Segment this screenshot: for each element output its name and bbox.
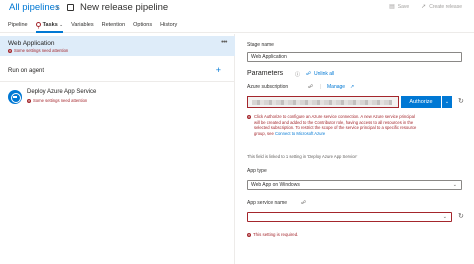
save-label: Save: [397, 3, 410, 10]
external-link-icon: ↗: [350, 84, 355, 90]
agent-job-label: Run on agent: [8, 68, 45, 74]
azure-app-service-icon: [8, 90, 22, 104]
chevron-down-icon: ⌄: [452, 182, 457, 188]
connect-azure-link[interactable]: Connect to Microsoft Azure: [275, 131, 325, 136]
create-release-label: Create release: [429, 3, 462, 10]
refresh-icon[interactable]: ↻: [458, 98, 464, 106]
parameters-heading: Parameters: [247, 70, 284, 77]
tab-pipeline[interactable]: Pipeline: [0, 17, 32, 33]
app-service-select[interactable]: ⌄: [247, 212, 452, 222]
tab-variables[interactable]: Variables: [67, 17, 98, 33]
stage-name-input[interactable]: Web Application: [247, 52, 462, 62]
error-icon: ×: [8, 48, 12, 53]
tab-pipeline-label: Pipeline: [8, 22, 28, 28]
authorize-error-text: Click Authorize to configure an Azure se…: [254, 114, 417, 136]
task-item[interactable]: Deploy Azure App Service × Some settings…: [0, 86, 235, 110]
authorize-button[interactable]: Authorize: [401, 96, 441, 108]
error-icon: ×: [247, 115, 251, 119]
save-button[interactable]: ▤ Save: [389, 3, 410, 11]
app-type-value: Web App on Windows: [251, 182, 300, 188]
error-icon: ×: [247, 232, 251, 237]
chevron-down-icon[interactable]: ⌄: [441, 96, 452, 108]
info-icon[interactable]: ⓘ: [295, 71, 300, 78]
more-options-icon[interactable]: •••: [221, 39, 227, 46]
linked-setting-note: This field is linked to 1 setting in 'De…: [247, 154, 358, 159]
chevron-down-icon: ⌄: [442, 214, 447, 220]
tab-retention-label: Retention: [101, 22, 126, 28]
stage-item[interactable]: Web Application ••• × Some settings need…: [0, 36, 235, 56]
tab-options[interactable]: Options: [129, 17, 156, 33]
tab-variables-label: Variables: [71, 22, 94, 28]
authorize-error: × Click Authorize to configure an Azure …: [247, 114, 417, 136]
unlink-all-link[interactable]: Unlink all: [314, 71, 334, 77]
task-warning: × Some settings need attention: [27, 98, 87, 103]
tab-history[interactable]: History: [156, 17, 181, 33]
chevron-down-icon: ⌄: [59, 22, 64, 27]
pipeline-tabs: Pipeline Tasks ⌄ Variables Retention Opt…: [0, 17, 474, 36]
save-icon: ▤: [389, 4, 395, 10]
refresh-icon[interactable]: ↻: [458, 213, 464, 221]
page-title: New release pipeline: [80, 2, 169, 13]
tab-history-label: History: [160, 22, 178, 28]
subscription-select[interactable]: [247, 96, 399, 108]
manage-link[interactable]: Manage: [327, 84, 345, 90]
agent-job[interactable]: Run on agent +: [0, 62, 235, 82]
breadcrumb-separator: ›: [56, 2, 59, 12]
app-type-select[interactable]: Web App on Windows ⌄: [247, 180, 462, 190]
stage-settings-panel: Stage name Web Application Parameters ⓘ …: [237, 34, 474, 264]
rocket-icon: ➚: [421, 4, 427, 10]
error-icon: ×: [27, 98, 31, 103]
stage-title: Web Application: [8, 40, 55, 47]
page-header: All pipelines › New release pipeline ▤ S…: [0, 0, 474, 16]
error-icon: [35, 20, 41, 36]
app-type-label: App type: [247, 168, 267, 174]
task-warning-text: Some settings need attention: [33, 98, 88, 103]
required-error-text: This setting is required.: [253, 232, 299, 237]
tab-tasks-label: Tasks: [42, 22, 58, 28]
task-title: Deploy Azure App Service: [27, 89, 97, 95]
stage-warning: × Some settings need attention: [8, 48, 68, 53]
link-icon[interactable]: ☍: [308, 84, 313, 90]
stage-name-label: Stage name: [247, 42, 274, 48]
subscription-label: Azure subscription: [247, 84, 289, 90]
redacted-subscription: [252, 100, 392, 105]
divider: |: [320, 84, 322, 90]
header-actions: ▤ Save ➚ Create release: [389, 3, 462, 11]
required-error: × This setting is required.: [247, 232, 298, 237]
link-icon[interactable]: ☍: [301, 200, 306, 206]
app-service-label: App service name: [247, 200, 288, 206]
tab-retention[interactable]: Retention: [98, 17, 130, 33]
stage-warning-text: Some settings need attention: [14, 48, 69, 53]
tasks-panel: Web Application ••• × Some settings need…: [0, 34, 235, 264]
unlink-icon: ☍: [306, 71, 312, 77]
tab-tasks[interactable]: Tasks ⌄: [32, 17, 68, 36]
tab-options-label: Options: [133, 22, 153, 28]
create-release-button[interactable]: ➚ Create release: [421, 3, 462, 11]
add-task-button[interactable]: +: [216, 65, 221, 75]
release-pipeline-icon: [67, 4, 74, 11]
breadcrumb-all-pipelines[interactable]: All pipelines: [9, 2, 60, 13]
